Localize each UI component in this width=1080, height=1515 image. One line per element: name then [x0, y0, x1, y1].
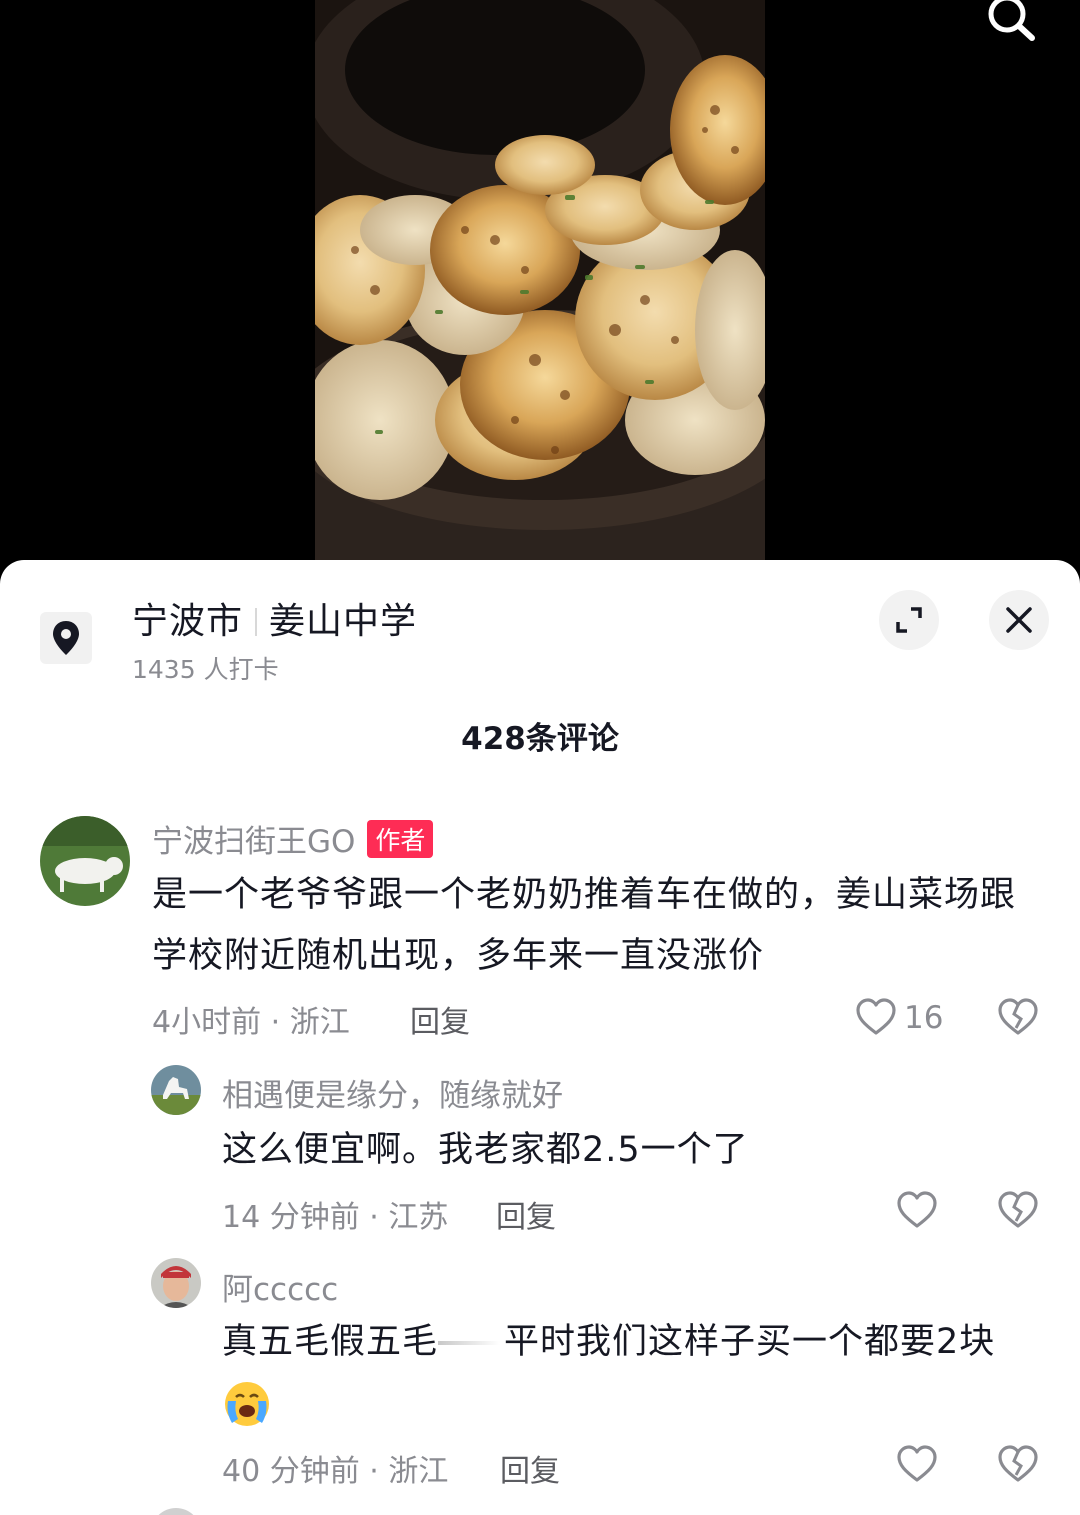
crying-emoji-icon [225, 1382, 269, 1426]
avatar-comment-1[interactable] [40, 816, 130, 906]
person-avatar-image [151, 1258, 201, 1308]
reply-2-meta: 40 分钟前 · 浙江 [222, 1454, 449, 1489]
reply-1-reply-button[interactable]: 回复 [496, 1192, 556, 1236]
heart-icon [856, 998, 896, 1035]
reply-2-text: 真五毛假五毛 平时我们这样子买一个都要2块 [222, 1312, 1042, 1434]
close-icon [1006, 607, 1032, 633]
location-place: 姜山中学 [269, 601, 418, 642]
pancakes-image [315, 0, 765, 560]
reply-2-username[interactable]: 阿ccccc [222, 1264, 338, 1309]
comment-1-user: 宁波扫街王GO [152, 824, 356, 860]
reply-1-text: 这么便宜啊。我老家都2.5一个了 [222, 1130, 749, 1170]
reply-2-text-a: 真五毛假五毛 [222, 1322, 439, 1362]
reply-1-username[interactable]: 相遇便是缘分，随缘就好 [222, 1070, 563, 1115]
reply-2-faded-dashes [438, 1341, 501, 1345]
horse-avatar-image [151, 1065, 201, 1115]
avatar-next-comment[interactable] [151, 1508, 201, 1515]
search-button[interactable] [980, 0, 1040, 48]
location-city: 宁波市 [132, 601, 244, 642]
reply-2-dislike-button[interactable] [996, 1442, 1040, 1486]
comment-1-meta: 4小时前 · 浙江 [152, 1005, 350, 1040]
comment-1-dislike-button[interactable] [996, 995, 1040, 1039]
reply-1-meta: 14 分钟前 · 江苏 [222, 1200, 449, 1235]
broken-heart-icon [998, 1445, 1038, 1482]
location-separator [255, 608, 258, 636]
location-title[interactable]: 宁波市 姜山中学 [132, 592, 417, 644]
heart-icon [897, 1191, 937, 1228]
comment-sheet: 宁波市 姜山中学 1435 人打卡 428条评论 宁波扫街王GO 作者 是一个老爷爷… [0, 560, 1080, 1515]
location-pin-icon [53, 621, 79, 655]
broken-heart-icon [998, 1191, 1038, 1228]
reply-1-like-button[interactable] [895, 1188, 939, 1232]
location-icon-box[interactable] [40, 612, 92, 664]
dog-avatar-image [40, 816, 130, 906]
video-player[interactable] [0, 0, 1080, 560]
reply-1-dislike-button[interactable] [996, 1188, 1040, 1232]
avatar-reply-2[interactable] [151, 1258, 201, 1308]
author-badge: 作者 [367, 820, 434, 858]
reply-2-reply-button[interactable]: 回复 [500, 1446, 560, 1490]
expand-button[interactable] [879, 590, 939, 650]
comment-1-username[interactable]: 宁波扫街王GO 作者 [152, 816, 434, 861]
heart-icon [897, 1445, 937, 1482]
comment-1-like-count: 16 [904, 1000, 944, 1036]
reply-2-text-b: 平时我们这样子买一个都要2块 [504, 1322, 996, 1362]
expand-icon [896, 607, 922, 633]
avatar-reply-1[interactable] [151, 1065, 201, 1115]
comment-1-text: 是一个老爷爷跟一个老奶奶推着车在做的，姜山菜场跟学校附近随机出现，多年来一直没涨… [152, 875, 1017, 976]
video-frame-pancakes [315, 0, 765, 560]
close-button[interactable] [989, 590, 1049, 650]
checkin-count: 1435 人打卡 [132, 655, 279, 684]
comment-count-title: 428条评论 [461, 721, 619, 757]
comment-1-like-button[interactable] [854, 995, 898, 1039]
reply-2-like-button[interactable] [895, 1442, 939, 1486]
search-icon [988, 0, 1035, 41]
comment-1-reply-button[interactable]: 回复 [410, 997, 470, 1041]
broken-heart-icon [998, 998, 1038, 1035]
